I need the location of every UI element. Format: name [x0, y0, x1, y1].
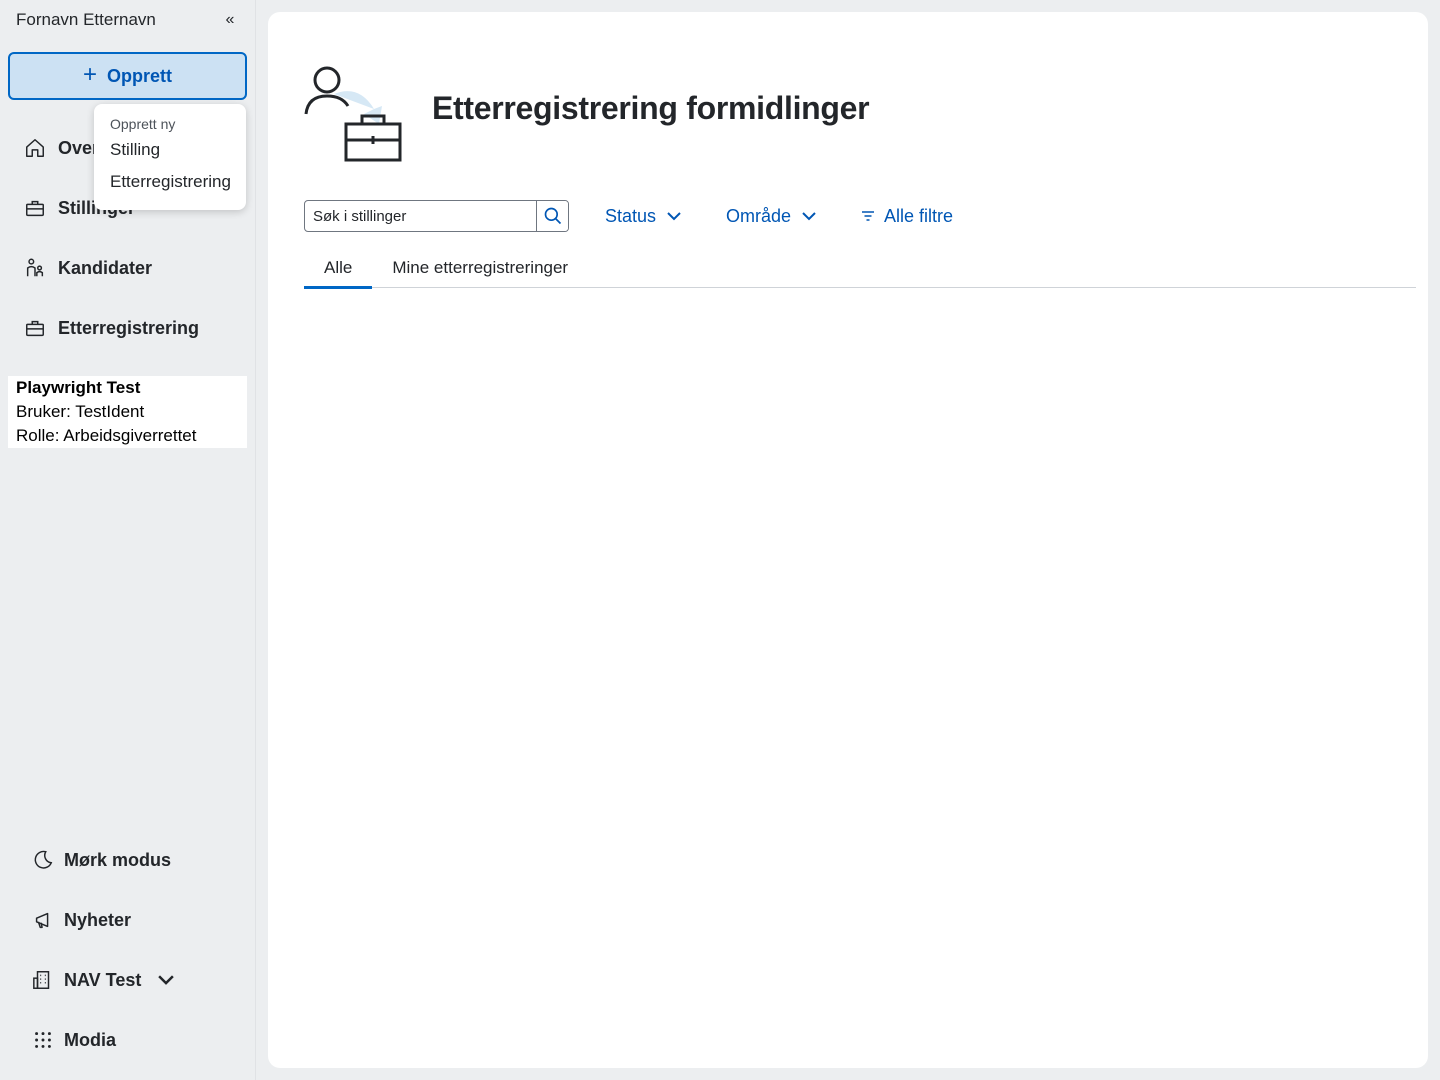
- dark-mode-toggle[interactable]: Mørk modus: [32, 846, 242, 874]
- briefcase-icon: [26, 200, 44, 217]
- info-user: Bruker: TestIdent: [16, 402, 145, 421]
- user-name: Fornavn Etternavn: [16, 10, 156, 29]
- office-selector[interactable]: NAV Test: [32, 966, 242, 994]
- create-button[interactable]: + Opprett: [8, 52, 247, 100]
- user-row: Fornavn Etternavn «: [16, 8, 240, 32]
- building-icon: [33, 971, 50, 989]
- modia-link[interactable]: Modia: [32, 1026, 242, 1054]
- sidebar-item-kandidater[interactable]: Kandidater: [24, 254, 244, 282]
- briefcase-icon: [26, 320, 44, 337]
- house-icon: [26, 139, 44, 157]
- status-filter[interactable]: Status: [605, 202, 682, 230]
- tabs: Alle Mine etterregistreringer: [304, 248, 1416, 289]
- all-filters-button[interactable]: Alle filtre: [860, 202, 953, 230]
- search-button[interactable]: [536, 201, 568, 231]
- filter-icon: [862, 211, 874, 221]
- chevron-down-icon: [155, 968, 177, 993]
- area-filter-label: Område: [726, 205, 792, 226]
- chevron-down-icon: [802, 212, 816, 221]
- all-filters-label: Alle filtre: [884, 205, 954, 226]
- create-menu-item-stilling[interactable]: Stilling: [110, 134, 246, 166]
- page-title: Etterregistrering formidlinger: [432, 90, 870, 126]
- create-menu-heading: Opprett ny: [110, 116, 176, 132]
- modia-label: Modia: [64, 1029, 116, 1050]
- search-icon: [544, 207, 561, 225]
- search-input[interactable]: [305, 201, 536, 231]
- info-role: Rolle: Arbeidsgiverrettet: [16, 426, 197, 445]
- sidebar-item-label: Etterregistrering: [58, 317, 200, 338]
- office-label: NAV Test: [64, 969, 142, 990]
- news-button[interactable]: Nyheter: [32, 906, 242, 934]
- create-menu: Opprett ny Stilling Etterregistrering: [94, 104, 246, 210]
- megaphone-icon: [35, 912, 49, 929]
- moon-icon: [34, 850, 53, 869]
- status-filter-label: Status: [605, 205, 657, 226]
- search-box: [304, 200, 569, 232]
- sidebar-item-etterregistrering[interactable]: Etterregistrering: [24, 314, 244, 342]
- area-filter[interactable]: Område: [726, 202, 817, 230]
- sidebar-item-label: Kandidater: [58, 257, 153, 278]
- chevron-down-icon: [667, 212, 681, 221]
- info-title: Playwright Test: [16, 378, 141, 397]
- people-icon: [26, 258, 44, 277]
- grid-icon: [35, 1032, 51, 1048]
- create-button-label: Opprett: [107, 65, 172, 86]
- news-label: Nyheter: [64, 909, 132, 930]
- create-menu-item-etterregistrering[interactable]: Etterregistrering: [110, 166, 246, 198]
- tab-mine-etterregistreringer[interactable]: Mine etterregistreringer: [372, 248, 588, 288]
- tab-alle[interactable]: Alle: [304, 248, 373, 289]
- collapse-sidebar-icon[interactable]: «: [220, 11, 240, 29]
- plus-icon: +: [82, 61, 97, 88]
- person-briefcase-illustration-icon: [304, 66, 402, 162]
- main-content: Etterregistrering formidlinger Status Om…: [268, 12, 1428, 1068]
- user-info-box: Playwright Test Bruker: TestIdent Rolle:…: [8, 376, 247, 448]
- dark-mode-label: Mørk modus: [64, 849, 172, 870]
